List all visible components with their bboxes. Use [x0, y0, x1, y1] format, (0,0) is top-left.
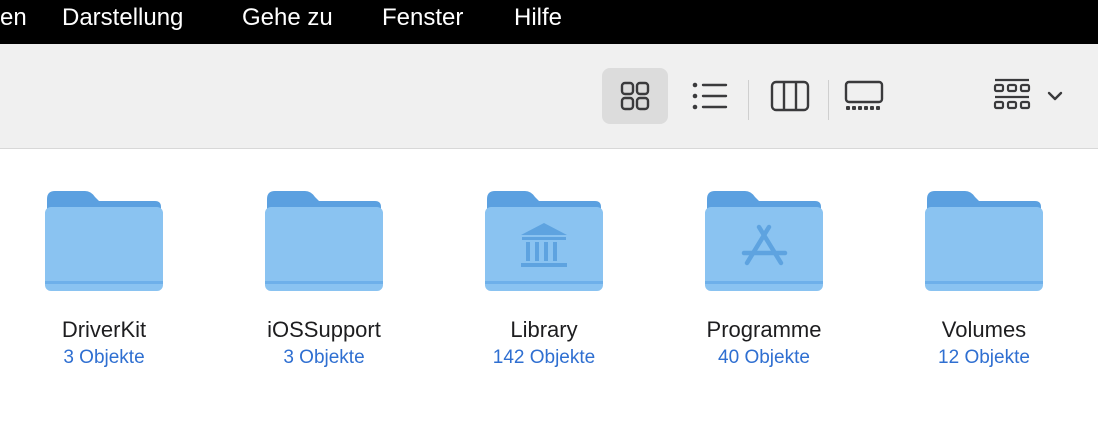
column-view-icon [770, 80, 810, 112]
icon-view-icon [620, 81, 650, 111]
toolbar-divider [828, 80, 829, 120]
folder-item-iossupport[interactable]: iOSSupport 3 Objekte [234, 189, 414, 369]
folder-name: DriverKit [61, 317, 147, 342]
folder-name: iOSSupport [267, 317, 381, 342]
folder-name: Volumes [941, 317, 1027, 342]
gallery-view-icon [844, 80, 884, 110]
folder-grid: DriverKit 3 Objekte iOSSupport 3 Objekte… [0, 149, 1098, 434]
folder-count: 3 Objekte [283, 347, 365, 368]
menu-bar: en Darstellung Gehe zu Fenster Hilfe [0, 0, 1098, 44]
column-view-button[interactable] [762, 68, 818, 124]
folder-item-driverkit[interactable]: DriverKit 3 Objekte [14, 189, 194, 369]
gallery-view-button[interactable] [836, 68, 892, 124]
group-icon [993, 78, 1031, 110]
list-view-icon [692, 82, 728, 110]
menu-item-gehe-zu[interactable]: Gehe zu [242, 4, 333, 32]
menu-item-fenster[interactable]: Fenster [382, 4, 463, 32]
folder-count: 142 Objekte [492, 347, 596, 368]
menu-item-darstellung[interactable]: Darstellung [62, 4, 183, 32]
folder-icon [45, 191, 163, 291]
folder-count: 40 Objekte [718, 347, 810, 368]
folder-name: Library [510, 317, 578, 342]
icon-view-button[interactable] [602, 68, 668, 124]
folder-item-programme[interactable]: Programme 40 Objekte [674, 189, 854, 369]
folder-count: 12 Objekte [938, 347, 1030, 368]
folder-name: Programme [706, 317, 822, 342]
toolbar-divider [748, 80, 749, 120]
menu-item-hilfe[interactable]: Hilfe [514, 4, 562, 32]
group-button[interactable] [984, 68, 1074, 124]
menu-item-ablage[interactable]: en [0, 4, 27, 32]
folder-icon [265, 191, 383, 291]
folder-count: 3 Objekte [63, 347, 145, 368]
finder-toolbar [0, 44, 1098, 149]
folder-item-volumes[interactable]: Volumes 12 Objekte [894, 189, 1074, 369]
list-view-button[interactable] [682, 68, 738, 124]
folder-icon [705, 191, 823, 291]
folder-item-library[interactable]: Library 142 Objekte [454, 189, 634, 369]
folder-icon [925, 191, 1043, 291]
folder-icon [485, 191, 603, 291]
chevron-down-icon [1047, 91, 1063, 101]
